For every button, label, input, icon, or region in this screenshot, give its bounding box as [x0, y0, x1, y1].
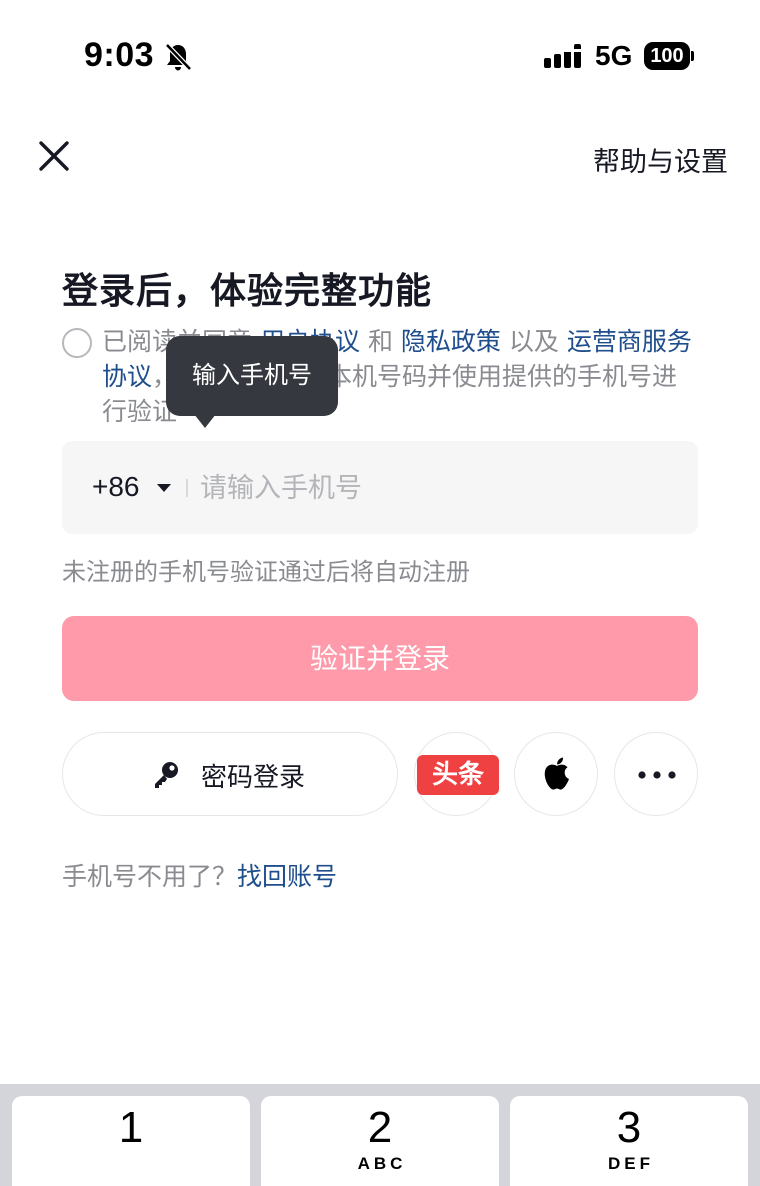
tooltip-text: 输入手机号 — [192, 361, 312, 389]
carrier-service-link[interactable]: 运营商服务 — [567, 327, 692, 356]
close-icon[interactable] — [36, 138, 72, 174]
input-divider — [186, 479, 188, 497]
battery-tip — [691, 51, 694, 61]
status-time: 9:03 — [84, 36, 155, 74]
key-2[interactable]: 2 ABC — [261, 1096, 499, 1186]
verify-login-button[interactable]: 验证并登录 — [62, 616, 698, 701]
tooltip-arrow — [194, 414, 216, 428]
phone-input-box: +86 — [62, 441, 698, 534]
carrier-service-link-2[interactable]: 协议 — [102, 362, 152, 391]
more-icon — [638, 771, 676, 779]
phone-tooltip: 输入手机号 — [166, 336, 338, 428]
key-letters: DEF — [608, 1154, 654, 1173]
signal-icon — [544, 44, 581, 68]
key-3[interactable]: 3 DEF — [510, 1096, 748, 1186]
network-label: 5G — [595, 40, 633, 71]
recover-account-link[interactable]: 找回账号 — [237, 862, 337, 891]
agreement-and: 和 — [367, 327, 393, 356]
toutiao-login-button[interactable]: 头条 — [414, 732, 499, 816]
status-bar: 9:03 5G 100 — [0, 0, 760, 110]
agreement-and-also: 以及 — [508, 327, 559, 356]
battery-icon: 100 — [644, 42, 694, 70]
key-digit: 3 — [616, 1103, 642, 1152]
phone-input[interactable] — [200, 463, 680, 513]
help-settings-link[interactable]: 帮助与设置 — [593, 140, 728, 179]
battery-level: 100 — [644, 42, 690, 70]
toutiao-logo: 头条 — [417, 755, 499, 795]
password-login-button[interactable]: 密码登录 — [62, 732, 398, 816]
chevron-down-icon[interactable] — [157, 484, 171, 492]
agreement-checkbox[interactable] — [62, 328, 92, 358]
page-title: 登录后，体验完整功能 — [62, 271, 433, 312]
key-digit: 1 — [118, 1103, 144, 1152]
key-icon — [155, 762, 178, 788]
register-hint: 未注册的手机号验证通过后将自动注册 — [62, 558, 470, 586]
country-code-selector[interactable]: +86 — [92, 471, 140, 503]
recover-question: 手机号不用了？ — [62, 862, 238, 891]
key-1[interactable]: 1 — [12, 1096, 250, 1186]
more-login-button[interactable] — [614, 732, 698, 816]
apple-icon — [544, 757, 569, 790]
key-digit: 2 — [367, 1103, 393, 1152]
password-login-label: 密码登录 — [201, 763, 306, 793]
numeric-keyboard: 1 2 ABC 3 DEF — [0, 1084, 760, 1186]
key-letters: ABC — [357, 1154, 407, 1173]
apple-login-button[interactable] — [514, 732, 598, 816]
recover-row: 手机号不用了？找回账号 — [62, 857, 337, 893]
privacy-policy-link[interactable]: 隐私政策 — [401, 327, 501, 356]
bell-muted-icon — [165, 43, 192, 71]
